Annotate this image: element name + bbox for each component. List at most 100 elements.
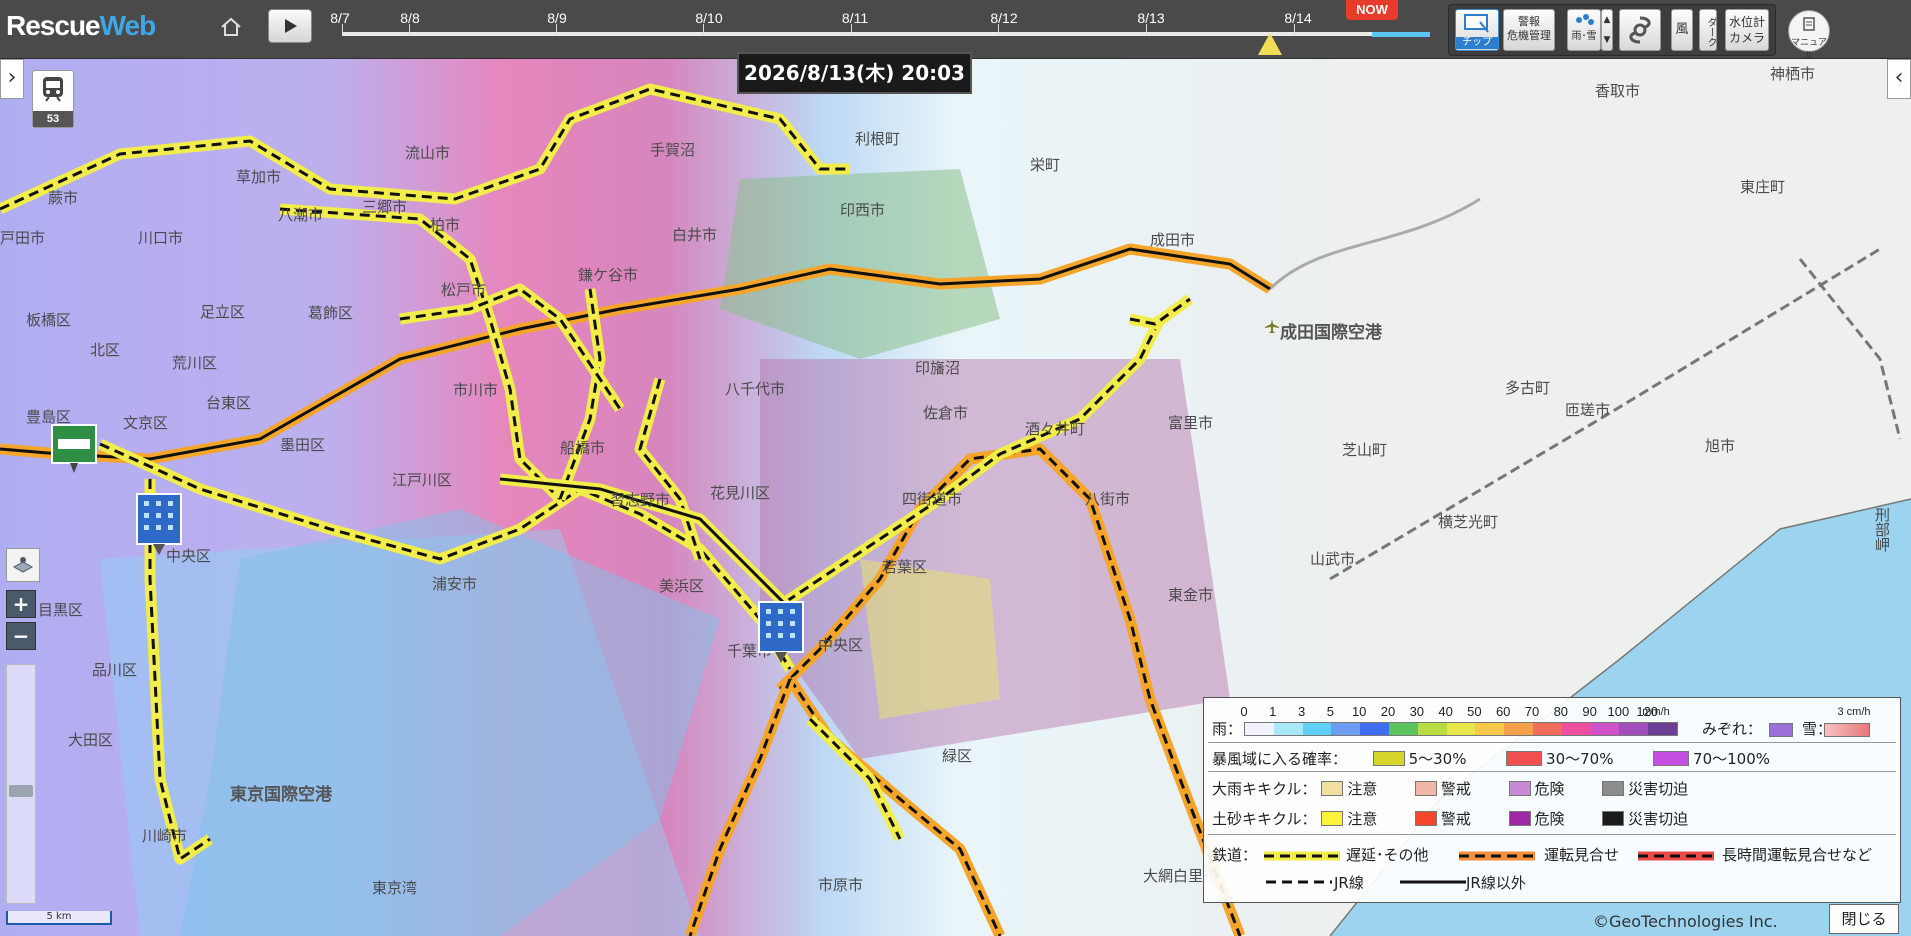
rain-color-step — [1360, 723, 1389, 735]
manual-button[interactable]: マニュアル — [1788, 10, 1830, 61]
heavy-swatch-imminent — [1602, 781, 1625, 796]
place-label: 三郷市 — [362, 198, 408, 216]
storm-swatch-high — [1653, 751, 1690, 766]
airport-icon — [1265, 319, 1279, 333]
place-label: 匝瑳市 — [1565, 401, 1611, 419]
zoom-in-button[interactable]: + — [6, 590, 36, 618]
left-panel-toggle[interactable]: › — [0, 59, 24, 99]
place-label: 多古町 — [1505, 379, 1551, 397]
place-label: 八潮市 — [278, 206, 324, 224]
land-swatch-imminent — [1602, 811, 1625, 826]
place-label: 印西市 — [840, 201, 886, 219]
app-logo[interactable]: RescueWeb — [6, 10, 156, 42]
right-panel-toggle[interactable]: ‹ — [1887, 59, 1911, 99]
place-label: 市川市 — [453, 381, 499, 399]
zoom-slider[interactable] — [6, 664, 36, 904]
current-datetime: 2026/8/13(木) 20:03 — [737, 52, 972, 94]
home-button[interactable] — [214, 12, 248, 42]
typhoon-button[interactable] — [1619, 9, 1661, 51]
rain-scale-number: 1 — [1269, 704, 1277, 719]
place-label: 神栖市 — [1770, 65, 1816, 83]
layer-toolbar: チップ 警報 危機管理 雨･雪 ▲ ▼ 風 ダーク 水位計 カメラ — [1448, 4, 1776, 56]
timeline-date-label: 8/13 — [1137, 10, 1165, 26]
place-label: 松戸市 — [441, 281, 487, 299]
timeline-track[interactable] — [342, 32, 1372, 36]
map-layer-button[interactable] — [6, 548, 40, 582]
rain-scale-number: 40 — [1438, 704, 1453, 719]
heavy-swatch-warning — [1414, 781, 1437, 796]
close-legend-button[interactable]: 閉じる — [1829, 904, 1899, 934]
dark-mode-button[interactable]: ダーク — [1699, 9, 1717, 51]
office-building-marker[interactable] — [756, 599, 806, 665]
wind-button[interactable]: 風 — [1671, 9, 1693, 51]
now-button[interactable]: NOW — [1346, 0, 1398, 20]
timeline-forecast-track[interactable] — [1372, 32, 1430, 37]
timeline[interactable]: 8/7 8/8 8/9 8/10 8/11 8/12 8/13 8/14 NOW — [330, 0, 1430, 58]
place-label: 荒川区 — [172, 354, 218, 372]
play-button[interactable] — [268, 9, 312, 43]
rail-label: 鉄道： — [1212, 846, 1258, 864]
timeline-date-label: 8/8 — [400, 10, 420, 26]
train-count: 53 — [33, 111, 73, 127]
place-label: 品川区 — [92, 661, 138, 679]
place-label: 成田市 — [1150, 231, 1196, 249]
rain-scale-number: 20 — [1380, 704, 1396, 719]
jr-line-swatch — [1266, 880, 1332, 884]
rain-scale-number: 0 — [1240, 704, 1248, 719]
train-info-button[interactable]: 53 — [32, 70, 74, 128]
rain-scale-number: 50 — [1467, 704, 1482, 719]
timeline-date-label: 8/11 — [841, 10, 869, 26]
home-icon — [221, 17, 241, 36]
land-label-danger: 危険 — [1534, 810, 1565, 828]
rain-up-down[interactable]: ▲ ▼ — [1601, 9, 1613, 51]
place-label-airport: 成田国際空港 — [1280, 323, 1382, 343]
place-label-airport: 東京国際空港 — [230, 785, 332, 805]
rail-legend-row: 鉄道： — [1212, 844, 1257, 865]
timeline-cursor[interactable] — [1258, 33, 1282, 55]
timeline-date-label: 8/12 — [990, 10, 1018, 26]
land-swatch-danger — [1508, 811, 1531, 826]
water-level-button[interactable]: 水位計 カメラ — [1725, 9, 1769, 51]
warning-button[interactable]: 警報 危機管理 — [1503, 9, 1555, 51]
rain-snow-button[interactable]: 雨･雪 — [1567, 9, 1601, 51]
heavy-label-imminent: 災害切迫 — [1628, 780, 1689, 798]
rain-color-step — [1475, 723, 1505, 735]
place-label: 葛飾区 — [308, 304, 354, 322]
place-label: 芝山町 — [1342, 441, 1388, 459]
top-bar: RescueWeb 8/7 8/8 8/9 8/10 8/11 8/12 8/1… — [0, 0, 1911, 61]
rail-swatch-delay — [1264, 851, 1340, 861]
place-label: 東庄町 — [1740, 178, 1786, 196]
zoom-out-button[interactable]: − — [6, 622, 36, 650]
place-label: 大田区 — [68, 731, 114, 749]
place-label: 川崎市 — [142, 827, 188, 845]
shop-marker[interactable] — [50, 423, 98, 475]
rain-color-step — [1648, 723, 1677, 735]
place-label: 目黒区 — [38, 601, 84, 619]
chip-button[interactable]: チップ — [1455, 9, 1499, 51]
place-label: 花見川区 — [710, 484, 771, 502]
storm-label: 暴風域に入る確率： — [1212, 750, 1348, 768]
place-label: 東金市 — [1168, 586, 1214, 604]
rain-color-step — [1619, 723, 1649, 735]
place-label: 白井市 — [672, 226, 718, 244]
map-legend: 雨： 0 1 3 5 10 20 30 40 50 60 70 80 90 100 120 mm/h みぞれ… — [1203, 697, 1901, 903]
office-building-marker[interactable] — [134, 491, 184, 557]
place-label: 印旛沼 — [915, 359, 961, 377]
place-label: 横芝光町 — [1438, 513, 1499, 531]
rain-color-step — [1504, 723, 1533, 735]
place-label: 緑区 — [942, 747, 973, 765]
chip-label: チップ — [1456, 37, 1498, 49]
rain-scale-number: 100 — [1607, 704, 1630, 719]
place-label: 戸田市 — [0, 229, 46, 247]
place-label: 草加市 — [236, 168, 282, 186]
place-label: 八千代市 — [725, 380, 786, 398]
place-label: 東京湾 — [372, 879, 418, 897]
zoom-slider-knob[interactable] — [9, 785, 33, 797]
rain-color-step — [1245, 723, 1274, 735]
storm-legend-row: 暴風域に入る確率： 5〜30% 30〜70% 70〜100% — [1212, 748, 1770, 769]
camera-label: カメラ — [1728, 31, 1765, 45]
rain-scale-number: 30 — [1409, 704, 1425, 719]
timeline-date-label: 8/7 — [330, 10, 350, 26]
rain-color-step — [1331, 723, 1361, 735]
chevron-right-icon: › — [7, 65, 17, 90]
